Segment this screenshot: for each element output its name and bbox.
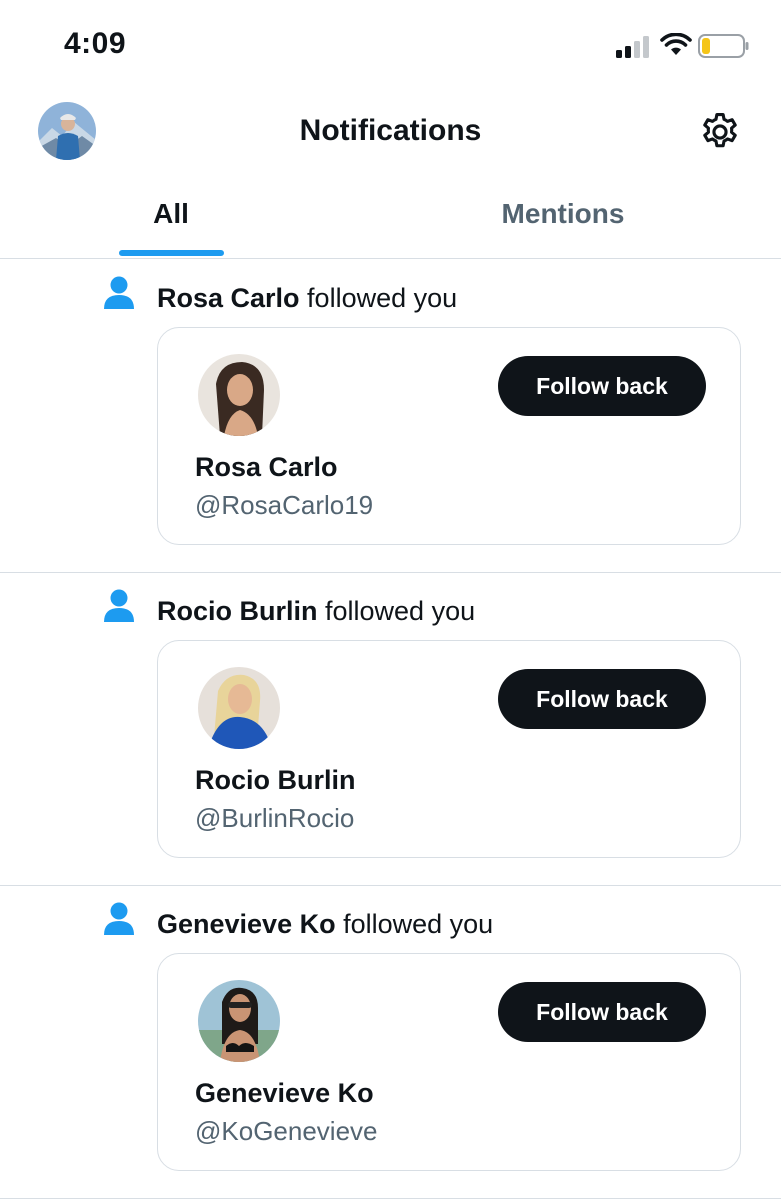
- status-time: 4:09: [64, 27, 127, 60]
- notification-text: Genevieve Ko followed you: [157, 909, 493, 940]
- notification-action: followed you: [317, 596, 476, 626]
- user-avatar[interactable]: [198, 980, 280, 1062]
- notification-item[interactable]: Rocio Burlin followed you Follow back Ro…: [0, 572, 781, 886]
- notification-text: Rocio Burlin followed you: [157, 596, 475, 627]
- tab-mentions[interactable]: Mentions: [420, 180, 706, 258]
- cellular-signal-icon: [616, 36, 649, 58]
- notification-text: Rosa Carlo followed you: [157, 283, 457, 314]
- tab-all[interactable]: All: [60, 180, 282, 258]
- user-name: Rocio Burlin: [195, 765, 356, 795]
- user-handle: @BurlinRocio: [195, 803, 355, 833]
- notification-user-name[interactable]: Genevieve Ko: [157, 909, 336, 939]
- notification-user-name[interactable]: Rocio Burlin: [157, 596, 318, 626]
- user-card[interactable]: Follow back Rosa Carlo @RosaCarlo19: [157, 327, 741, 545]
- person-icon: [104, 276, 134, 309]
- gear-icon[interactable]: [698, 110, 742, 154]
- user-card[interactable]: Follow back Rocio Burlin @BurlinRocio: [157, 640, 741, 858]
- active-tab-indicator: [119, 250, 224, 256]
- user-handle: @RosaCarlo19: [195, 490, 374, 520]
- wifi-icon: [660, 33, 692, 55]
- tab-bar: All Mentions: [0, 180, 781, 259]
- person-icon: [104, 589, 134, 622]
- notification-action: followed you: [335, 909, 494, 939]
- follow-back-button[interactable]: Follow back: [498, 356, 706, 416]
- user-name: Rosa Carlo: [195, 452, 338, 482]
- notification-user-name[interactable]: Rosa Carlo: [157, 283, 300, 313]
- status-bar: 4:09: [0, 0, 781, 90]
- top-app-bar: Notifications: [0, 90, 781, 180]
- battery-low-icon: [698, 34, 749, 58]
- user-name: Genevieve Ko: [195, 1078, 374, 1108]
- notification-action: followed you: [299, 283, 458, 313]
- user-card[interactable]: Follow back Genevieve Ko @KoGenevieve: [157, 953, 741, 1171]
- notification-item[interactable]: Rosa Carlo followed you Follow back Rosa…: [0, 259, 781, 573]
- follow-back-button[interactable]: Follow back: [498, 982, 706, 1042]
- user-avatar[interactable]: [198, 354, 280, 436]
- user-handle: @KoGenevieve: [195, 1116, 378, 1146]
- person-icon: [104, 902, 134, 935]
- follow-back-button[interactable]: Follow back: [498, 669, 706, 729]
- notification-item[interactable]: Genevieve Ko followed you Follow back Ge…: [0, 885, 781, 1199]
- page-title: Notifications: [299, 114, 482, 147]
- user-avatar[interactable]: [198, 667, 280, 749]
